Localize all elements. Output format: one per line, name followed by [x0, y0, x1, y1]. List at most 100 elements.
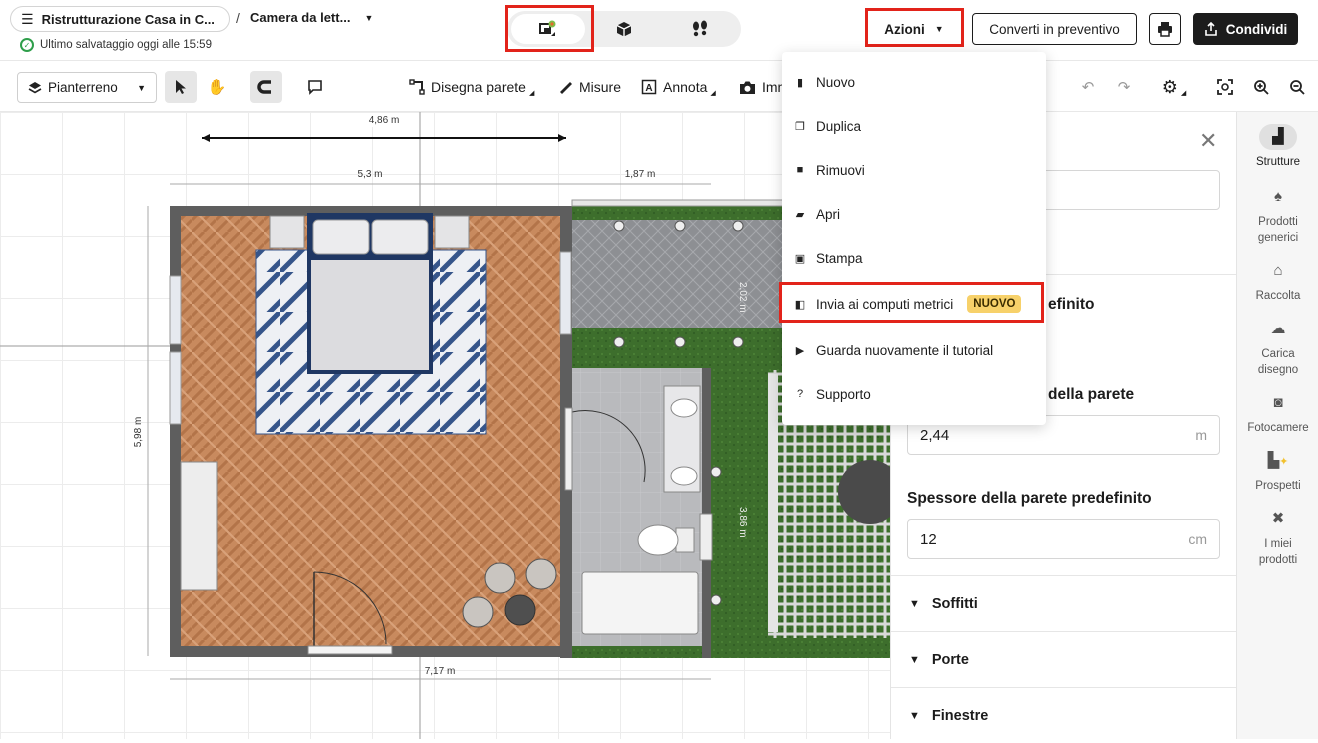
window[interactable] — [169, 351, 182, 425]
sidebar-item-upload-drawing[interactable]: ☁ Carica disegno — [1237, 316, 1318, 378]
3d-box-icon — [616, 22, 632, 37]
draw-wall-tool[interactable]: Disegna parete ◢ — [409, 71, 534, 103]
window[interactable] — [559, 251, 572, 335]
print-button[interactable] — [1149, 13, 1181, 45]
stool[interactable] — [525, 558, 557, 590]
sidebar-item-structures[interactable]: ▟ Strutture — [1237, 124, 1318, 170]
convert-quote-button[interactable]: Converti in preventivo — [972, 13, 1137, 45]
garden-fence — [571, 199, 785, 207]
floor-plan-canvas[interactable]: 4,86 m 5,3 m 1,87 m 5,98 m 7,17 m 2,02 m — [0, 112, 890, 739]
room-selector[interactable]: Camera da lett... ▼ — [250, 10, 373, 25]
undo-button[interactable]: ↶ — [1072, 71, 1104, 103]
pillow — [371, 219, 429, 255]
undo-icon: ↶ — [1081, 79, 1095, 96]
save-status: ✓ Ultimo salvataggio oggi alle 15:59 — [20, 38, 212, 52]
zoom-out-button[interactable] — [1281, 71, 1313, 103]
menu-item-label: Duplica — [816, 118, 862, 134]
section-windows[interactable]: ▼ Finestre — [891, 687, 1237, 743]
section-title-partial: efinito — [1048, 296, 1095, 313]
menu-item-open[interactable]: ▰ Apri — [782, 194, 1046, 234]
side-table[interactable] — [504, 594, 536, 626]
camera-icon — [740, 81, 755, 94]
view-walkthrough-button[interactable] — [663, 14, 737, 44]
garden-light — [732, 220, 744, 232]
duplicate-icon: ❐ — [795, 120, 805, 133]
annotate-label: Annota — [663, 79, 708, 95]
settings-button[interactable]: ⚙ ◢ — [1158, 71, 1190, 103]
submenu-triangle-icon: ◢ — [528, 90, 535, 97]
annotate-tool[interactable]: A Annota ◢ — [641, 71, 716, 103]
draw-wall-label: Disegna parete — [431, 79, 526, 95]
window[interactable] — [169, 275, 182, 345]
menu-item-support[interactable]: ? Supporto — [782, 374, 1046, 414]
garden-light — [674, 220, 686, 232]
fit-view-button[interactable] — [1209, 71, 1241, 103]
floor-plan-drawing[interactable]: 4,86 m 5,3 m 1,87 m 5,98 m 7,17 m 2,02 m — [0, 112, 890, 739]
close-icon[interactable]: ✕ — [1199, 128, 1217, 154]
dim-room-height: 5,98 m — [133, 417, 144, 448]
wall-thickness-input[interactable]: 12 cm — [907, 519, 1220, 559]
layers-icon — [28, 81, 42, 93]
sink[interactable] — [670, 466, 698, 486]
select-tool[interactable] — [165, 71, 197, 103]
collection-house-icon: ⌂ — [1273, 262, 1283, 279]
bedroom-door[interactable] — [307, 645, 393, 655]
bathroom-window[interactable] — [699, 513, 713, 561]
my-products-icon: ✖ — [1271, 510, 1285, 527]
nightstand[interactable] — [269, 215, 305, 249]
project-breadcrumb[interactable]: ☰ Ristrutturazione Casa in C... — [10, 6, 230, 32]
patio-paving[interactable] — [572, 220, 784, 328]
sidebar-item-label: Prospetti — [1255, 480, 1301, 492]
floor-label: Pianterreno — [48, 80, 118, 95]
share-button[interactable]: Condividi — [1193, 13, 1298, 45]
wall — [560, 328, 572, 658]
menu-item-duplicate[interactable]: ❐ Duplica — [782, 106, 1046, 146]
sidebar-item-generic-products[interactable]: ♠ Prodotti generici — [1237, 184, 1318, 246]
sidebar-item-label: Raccolta — [1255, 290, 1301, 302]
play-icon: ▶ — [795, 344, 805, 357]
redo-icon: ↷ — [1117, 79, 1131, 96]
magnet-snap-tool[interactable] — [250, 71, 282, 103]
garden-light — [732, 336, 744, 348]
section-doors[interactable]: ▼ Porte — [891, 631, 1237, 687]
measures-tool[interactable]: Misure — [557, 71, 621, 103]
wall-thickness-label: Spessore della parete predefinito — [907, 490, 1152, 507]
menu-item-tutorial[interactable]: ▶ Guarda nuovamente il tutorial — [782, 330, 1046, 370]
magnet-icon — [257, 80, 271, 94]
stool[interactable] — [462, 596, 494, 628]
highlight-send-estimate — [779, 282, 1044, 323]
bathroom-door[interactable] — [564, 407, 573, 491]
menu-item-print[interactable]: ▣ Stampa — [782, 238, 1046, 278]
wall-thickness-unit: cm — [1188, 531, 1207, 547]
bathtub[interactable] — [581, 571, 699, 635]
elevations-icon: ▙✦ — [1267, 452, 1289, 469]
dim-total-width: 7,17 m — [425, 666, 456, 677]
section-ceilings[interactable]: ▼ Soffitti — [891, 575, 1237, 631]
zoom-in-button[interactable] — [1245, 71, 1277, 103]
comment-tool[interactable] — [299, 71, 331, 103]
menu-item-remove[interactable]: ■ Rimuovi — [782, 150, 1046, 190]
sink[interactable] — [670, 398, 698, 418]
sidebar-item-label: Strutture — [1255, 156, 1301, 168]
view-3d-button[interactable] — [587, 14, 661, 44]
sidebar-item-my-products[interactable]: ✖ I miei prodotti — [1237, 506, 1318, 568]
redo-button[interactable]: ↷ — [1108, 71, 1140, 103]
pan-tool[interactable]: ✋ — [201, 71, 233, 103]
comment-icon — [308, 80, 322, 95]
floor-selector[interactable]: Pianterreno ▼ — [17, 72, 157, 103]
garden-light — [710, 466, 722, 478]
hamburger-icon[interactable]: ☰ — [21, 11, 34, 28]
toilet[interactable] — [637, 524, 679, 556]
sidebar-item-cameras[interactable]: ◙ Fotocamere — [1237, 390, 1318, 436]
sidebar-item-collection[interactable]: ⌂ Raccolta — [1237, 258, 1318, 304]
bed-mattress — [311, 260, 429, 370]
sidebar-item-label: Carica disegno — [1257, 348, 1299, 376]
stool[interactable] — [484, 562, 516, 594]
wardrobe[interactable] — [180, 461, 218, 591]
zoom-out-icon — [1290, 80, 1305, 95]
menu-item-new[interactable]: ▮ Nuovo — [782, 62, 1046, 102]
nightstand[interactable] — [434, 215, 470, 249]
sidebar-item-elevations[interactable]: ▙✦ Prospetti — [1237, 448, 1318, 494]
zoom-in-icon — [1254, 80, 1269, 95]
chevron-down-icon: ▼ — [909, 653, 920, 666]
